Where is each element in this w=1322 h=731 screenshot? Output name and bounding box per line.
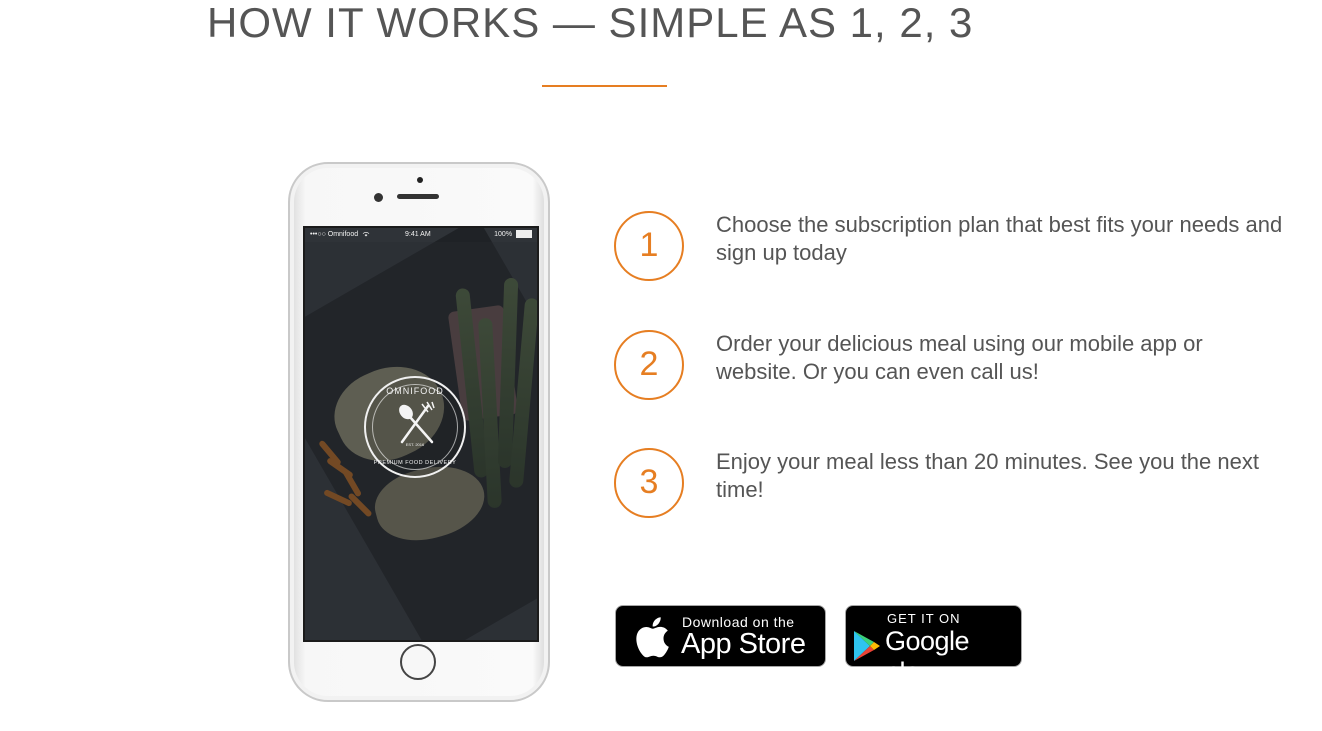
status-battery-label: 100%: [494, 231, 513, 238]
step-number: 2: [614, 330, 684, 400]
status-time: 9:41 AM: [405, 231, 431, 238]
app-store-button[interactable]: Download on the App Store: [615, 605, 826, 667]
phone-screen: •••○○ Omnifood 9:41 AM 100% OMNIFOOD EST…: [303, 226, 539, 642]
step-2: 2 Order your delicious meal using our mo…: [614, 330, 1294, 400]
step-number: 3: [614, 448, 684, 518]
battery-icon: [516, 230, 532, 239]
step-3: 3 Enjoy your meal less than 20 minutes. …: [614, 448, 1294, 518]
google-play-button[interactable]: GET IT ON Google play: [845, 605, 1022, 687]
logo-bottom-text: PREMIUM FOOD DELIVERY: [373, 460, 457, 466]
status-battery: 100%: [494, 228, 532, 242]
step-number: 1: [614, 211, 684, 281]
status-bar: •••○○ Omnifood 9:41 AM 100%: [305, 228, 537, 242]
phone-camera: [374, 193, 383, 202]
title-underline: [542, 85, 667, 87]
google-small-label: GET IT ON: [887, 611, 961, 626]
home-button: [400, 644, 436, 680]
phone-mockup: •••○○ Omnifood 9:41 AM 100% OMNIFOOD EST…: [288, 162, 550, 702]
apple-icon: [636, 617, 669, 658]
step-text: Enjoy your meal less than 20 minutes. Se…: [716, 449, 1259, 502]
step-1: 1 Choose the subscription plan that best…: [614, 211, 1294, 281]
step-text: Choose the subscription plan that best f…: [716, 212, 1283, 265]
logo-top-text: OMNIFOOD: [386, 386, 444, 396]
google-play-icon: [854, 631, 880, 661]
logo-est-text: EST. 2016: [405, 442, 425, 447]
phone-speaker: [397, 194, 439, 199]
status-carrier: •••○○ Omnifood: [310, 228, 370, 242]
omnifood-logo: OMNIFOOD EST. 2016 PREMIUM FOOD DELIVERY: [364, 376, 466, 478]
status-carrier-label: •••○○ Omnifood: [310, 231, 359, 238]
app-store-big-label: App Store: [681, 628, 806, 660]
section-title: HOW IT WORKS — SIMPLE AS 1, 2, 3: [207, 0, 974, 46]
step-text: Order your delicious meal using our mobi…: [716, 331, 1203, 384]
wifi-icon: [362, 232, 370, 237]
phone-sensor: [417, 177, 423, 183]
google-big-label: Google play: [885, 626, 970, 687]
fork-icon: [400, 401, 435, 444]
